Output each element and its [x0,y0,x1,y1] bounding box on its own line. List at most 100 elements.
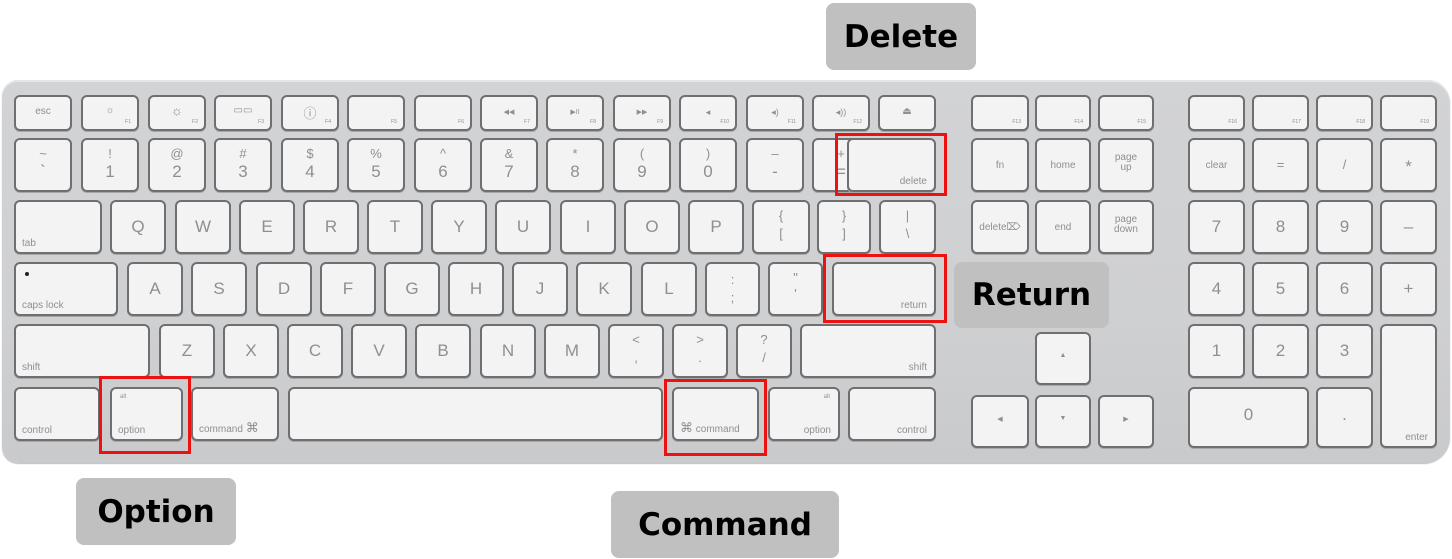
key-number-7[interactable]: & 7 [480,138,538,192]
key-number-6[interactable]: ^ 6 [414,138,472,192]
key-letter-u[interactable]: U [495,200,551,254]
key-tab[interactable]: tab [14,200,102,254]
key-return[interactable]: return [832,262,936,316]
key-number-4[interactable]: $4 [281,138,339,192]
key-letter-t[interactable]: T [367,200,423,254]
key-numpad-0[interactable]: 0 [1188,387,1309,448]
key-letter-l[interactable]: L [641,262,697,316]
key-f15[interactable]: F15 [1098,95,1154,131]
key-home[interactable]: home [1035,138,1091,192]
key-letter-f[interactable]: F [320,262,376,316]
key-letter-g[interactable]: G [384,262,440,316]
key-numpad-6[interactable]: 6 [1316,262,1373,316]
key-numpad-plus[interactable]: + [1380,262,1437,316]
key-arrow-up[interactable]: ▲ [1035,332,1091,385]
key-letter-c[interactable]: C [287,324,343,378]
key-letter-v[interactable]: V [351,324,407,378]
key-letter-q[interactable]: Q [110,200,166,254]
key-f17[interactable]: F17 [1252,95,1309,131]
key-number-5[interactable]: % 5 [347,138,405,192]
key-f3[interactable]: ▭▭ F3 [214,95,272,131]
key-letter-d[interactable]: D [256,262,312,316]
key-number-2[interactable]: @2 [148,138,206,192]
key-f7[interactable]: ◀◀ F7 [480,95,538,131]
key-letter-r[interactable]: R [303,200,359,254]
key-letter-o[interactable]: O [624,200,680,254]
key-letter-y[interactable]: Y [431,200,487,254]
key-f19[interactable]: F19 [1380,95,1437,131]
key-f11[interactable]: ◂) F11 [746,95,804,131]
key-control-left[interactable]: control [14,387,100,441]
key-letter-j[interactable]: J [512,262,568,316]
key-comma[interactable]: <, [608,324,664,378]
key-letter-a[interactable]: A [127,262,183,316]
key-numpad-7[interactable]: 7 [1188,200,1245,254]
key-f1[interactable]: ☼ F1 [81,95,139,131]
key-numpad-1[interactable]: 1 [1188,324,1245,378]
key-space[interactable] [288,387,663,441]
key-arrow-left[interactable]: ◀ [971,395,1029,448]
key-letter-k[interactable]: K [576,262,632,316]
key-numpad-multiply[interactable]: * [1380,138,1437,192]
key-shift-right[interactable]: shift [800,324,936,378]
key-period[interactable]: >. [672,324,728,378]
key-f9[interactable]: ▶▶ F9 [613,95,671,131]
key-letter-h[interactable]: H [448,262,504,316]
key-letter-b[interactable]: B [415,324,471,378]
key-letter-e[interactable]: E [239,200,295,254]
key-shift-left[interactable]: shift [14,324,150,378]
key-f5[interactable]: F5 [347,95,405,131]
key-number-0[interactable]: ~ ` [14,138,72,192]
key-quote[interactable]: " ' [768,262,823,316]
key-numpad-4[interactable]: 4 [1188,262,1245,316]
key-command-right[interactable]: ⌘ command [672,387,759,441]
key-letter-n[interactable]: N [480,324,536,378]
key-control-right[interactable]: control [848,387,936,441]
key-number-11[interactable]: – - [746,138,804,192]
key-option-right[interactable]: alt option [768,387,840,441]
key-f4[interactable]: ⓘ F4 [281,95,339,131]
key-letter-s[interactable]: S [191,262,247,316]
key-command-left[interactable]: command ⌘ [191,387,279,441]
key-eject[interactable]: ⏏ [878,95,936,131]
key-letter-m[interactable]: M [544,324,600,378]
key-numpad-3[interactable]: 3 [1316,324,1373,378]
key-f13[interactable]: F13 [971,95,1029,131]
key-f18[interactable]: F18 [1316,95,1373,131]
key-fn[interactable]: fn [971,138,1029,192]
key-number-1[interactable]: ! 1 [81,138,139,192]
key-f2[interactable]: ☼ F2 [148,95,206,131]
key-number-10[interactable]: ) 0 [679,138,737,192]
key-numpad-dot[interactable]: . [1316,387,1373,448]
key-slash[interactable]: ? / [736,324,792,378]
key-numpad-clear[interactable]: clear [1188,138,1245,192]
key-numpad-2[interactable]: 2 [1252,324,1309,378]
key-numpad-equals[interactable]: = [1252,138,1309,192]
key-page-up[interactable]: page up [1098,138,1154,192]
key-letter-x[interactable]: X [223,324,279,378]
key-f12[interactable]: ◂)) F12 [812,95,870,131]
key-f10[interactable]: ◂ F10 [679,95,737,131]
key-f8[interactable]: ▶II F8 [546,95,604,131]
key-arrow-right[interactable]: ▶ [1098,395,1154,448]
key-number-8[interactable]: * 8 [546,138,604,192]
key-letter-w[interactable]: W [175,200,231,254]
key-letter-p[interactable]: P [688,200,744,254]
key-page-down[interactable]: page down [1098,200,1154,254]
key-letter-z[interactable]: Z [159,324,215,378]
key-number-9[interactable]: (9 [613,138,671,192]
key-forward-delete[interactable]: delete⌦ [971,200,1029,254]
key-caps-lock[interactable]: caps lock [14,262,118,316]
key-bracket-open[interactable]: {[ [752,200,810,254]
key-semicolon[interactable]: :; [705,262,760,316]
key-f14[interactable]: F14 [1035,95,1091,131]
key-numpad-5[interactable]: 5 [1252,262,1309,316]
key-numpad-8[interactable]: 8 [1252,200,1309,254]
key-numpad-9[interactable]: 9 [1316,200,1373,254]
key-option-left[interactable]: alt option [110,387,183,441]
key-f16[interactable]: F16 [1188,95,1245,131]
key-numpad-divide[interactable]: / [1316,138,1373,192]
key-number-3[interactable]: #3 [214,138,272,192]
key-numpad-enter[interactable]: enter [1380,324,1437,448]
key-f6[interactable]: F6 [414,95,472,131]
